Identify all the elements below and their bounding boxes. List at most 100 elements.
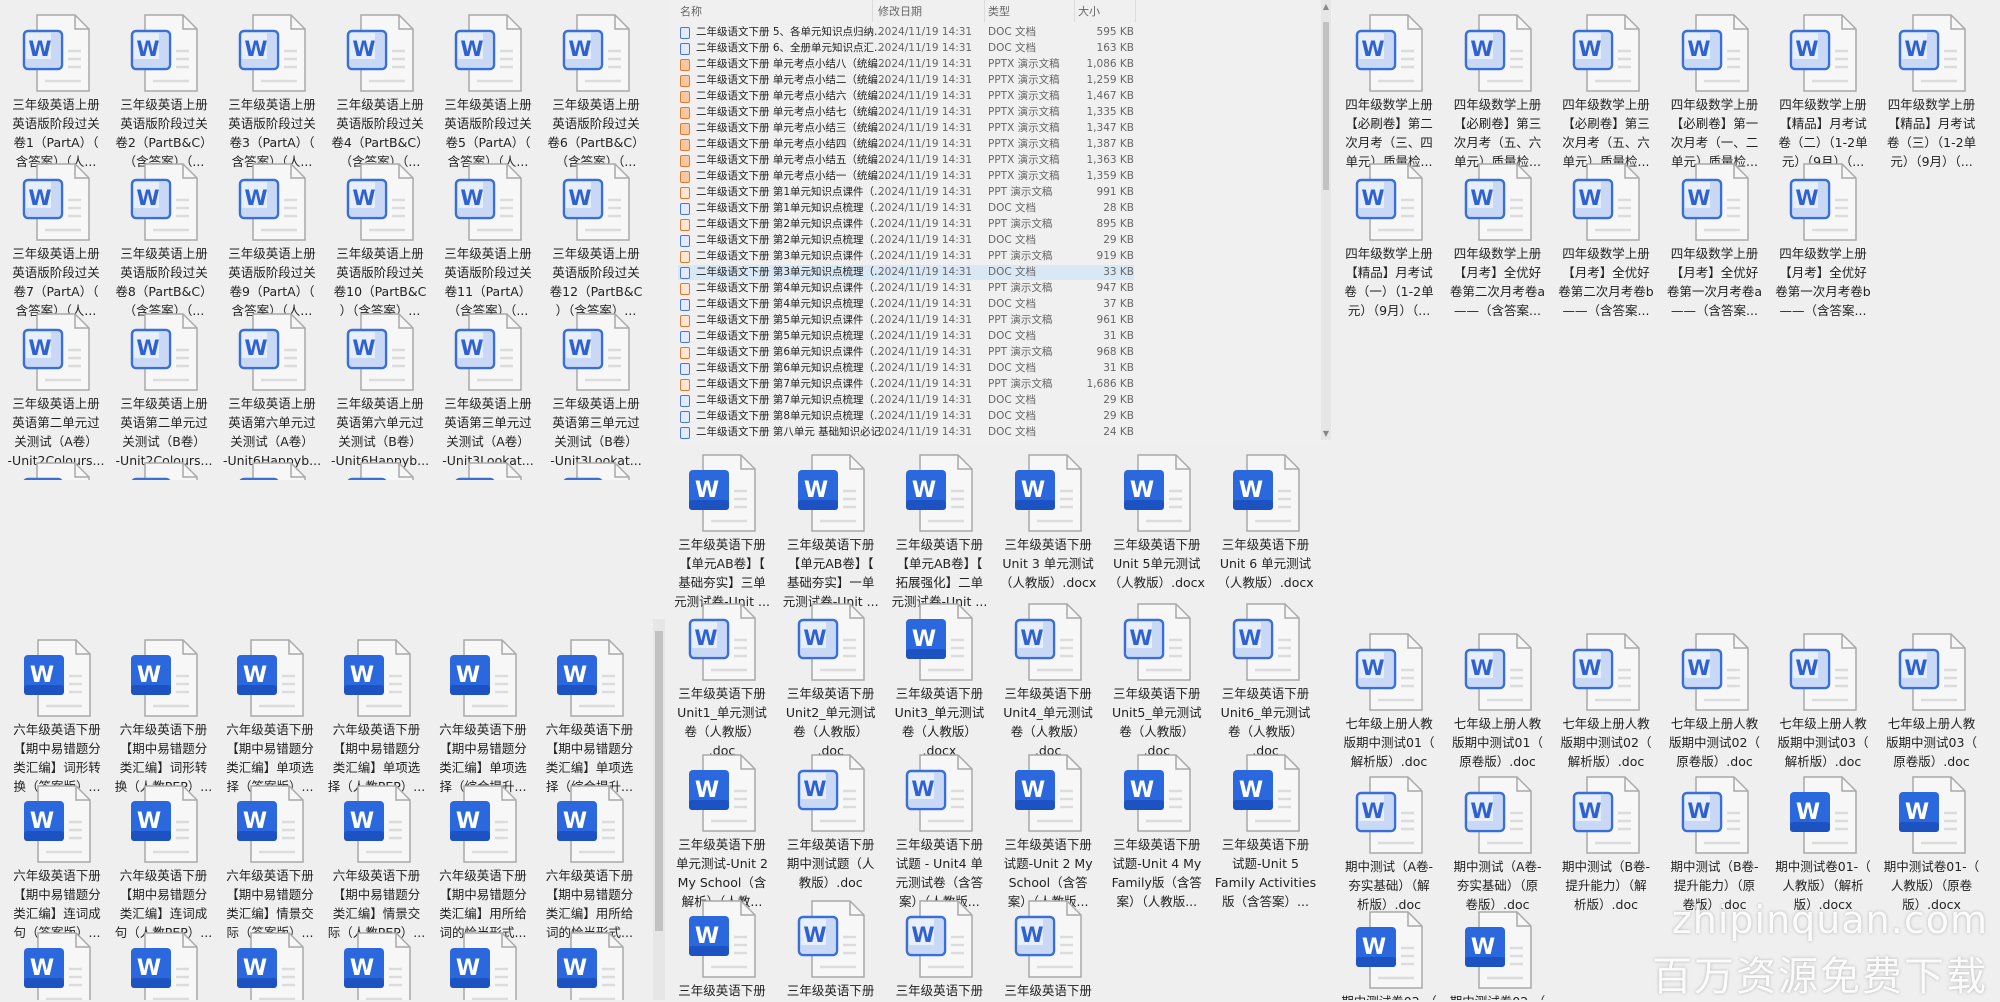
file-list-row[interactable]: 二年级语文下册 第3单元知识点课件（... 2024/11/19 14:31 PPT… [678,249,1134,264]
file-item[interactable]: W 三年级英语下册 [886,899,992,1000]
file-item[interactable]: W 三年级英语下册 [995,899,1101,1000]
file-item[interactable]: W 七年级上册人教 版期中测试03（ 原卷版）.doc [1879,632,1985,771]
file-item[interactable]: W 三年级英语下册 试题-Unit 5 Family Activities 版（含… [1213,753,1319,911]
file-item[interactable]: W 三年级英语上册 英语版阶段过关 卷8（PartB&C） （含答案）（... [111,162,217,320]
file-item[interactable]: W 四年级数学上册 【必刷卷】第一 次月考（一、二 单元）质量检... [1662,13,1768,171]
file-item[interactable]: W 三年级英语上册 英语第三单元过 关测试（A卷） -Unit3Lookat... [435,312,541,470]
file-item[interactable]: W六年级英语下册 【期中易错题分 类汇编】词形转 换（人教PEP）... [111,638,217,796]
file-item[interactable]: W 三年级英语下册 Unit 6 单元测试 （人教版）.docx [1213,453,1319,592]
file-item[interactable]: W六年级英语下册 【期中易错题分 类汇编】单项选 择（答案版）... [217,638,323,796]
file-item[interactable]: W 三年级英语上册 英语版阶段过关 卷2（PartB&C） （含答案）（... [111,13,217,171]
file-item[interactable]: W 期中测试卷01-（ 人教版）（解析 版）.docx [1770,775,1876,914]
column-divider[interactable] [1074,0,1075,22]
file-item[interactable]: W 四年级数学上册 【月考】全优好 卷第二次月考卷a ——（含答案... [1445,162,1551,320]
bottom-left-scrollbar[interactable] [653,619,665,1000]
file-item[interactable]: W 三年级英语下册 [778,899,884,1000]
file-list-row[interactable]: 二年级语文下册 第2单元知识点课件（... 2024/11/19 14:31 PPT… [678,217,1134,232]
file-item[interactable]: W 四年级数学上册 【月考】全优好 卷第二次月考卷b ——（含答案... [1553,162,1659,320]
file-list-row[interactable]: 二年级语文下册 单元考点小结一（统编... 2024/11/19 14:31 PPT… [678,169,1134,184]
file-item[interactable]: W 三年级英语上册 英语版阶段过关 卷10（PartB&C ）（含答案）... [327,162,433,320]
file-item[interactable]: W 三年级英语下册 【单元AB卷】【 基础夯实】三单 元测试卷-Unit ... [669,453,775,611]
column-divider[interactable] [872,0,873,22]
file-item[interactable]: W三年级英语上册 英语第一单元过 关测试（A卷） -Unit1Hello!版..… [435,461,541,480]
file-list-row[interactable]: 二年级语文下册 单元考点小结六（统编... 2024/11/19 14:31 PPT… [678,89,1134,104]
file-item[interactable]: W 三年级英语上册 英语版阶段过关 卷5（PartA）（ 含答案）（人... [435,13,541,171]
scrollbar-thumb[interactable] [1323,22,1329,190]
scroll-down-arrow-icon[interactable]: ▼ [1321,429,1331,438]
file-item[interactable]: W 三年级英语上册 英语版阶段过关 卷11（PartA） （含答案）（... [435,162,541,320]
file-item[interactable]: W 三年级英语下册 Unit 3 单元测试 （人教版）.docx [995,453,1101,592]
column-header-size[interactable]: 大小 [1078,3,1100,19]
file-list-row[interactable]: 二年级语文下册 第6单元知识点课件（... 2024/11/19 14:31 PPT… [678,345,1134,360]
file-item[interactable]: W 三年级英语上册 英语版阶段过关 卷6（PartB&C） （含答案）（... [543,13,649,171]
file-item[interactable]: W 七年级上册人教 版期中测试03（ 解析版）.doc [1770,632,1876,771]
file-item[interactable]: W 七年级上册人教 版期中测试02（ 原卷版）.doc [1662,632,1768,771]
file-item[interactable]: W三年级英语上册 英语第五单元过 关测试（A卷） -Unit5Let'seat.… [219,461,325,480]
file-item[interactable]: W 三年级英语下册 期中测试题（人 教版）.doc [778,753,884,892]
file-item[interactable]: W 三年级英语下册 Unit3_单元测试 卷（人教版） .docx [886,602,992,760]
file-item[interactable]: W [430,931,536,1000]
file-item[interactable]: W 三年级英语下册 Unit2_单元测试 卷（人教版） .doc [778,602,884,760]
column-header-type[interactable]: 类型 [988,3,1010,19]
file-list-row[interactable]: 二年级语文下册 第8单元知识点梳理（... 2024/11/19 14:31 DOC… [678,409,1134,424]
file-list-row[interactable]: 二年级语文下册 第八单元 基础知识必记... 2024/11/19 14:31 DO… [678,425,1134,440]
file-list-row[interactable]: 二年级语文下册 第4单元知识点梳理（... 2024/11/19 14:31 DOC… [678,297,1134,312]
file-list-row[interactable]: 二年级语文下册 6、全册单元知识点汇... 2024/11/19 14:31 DOC… [678,41,1134,56]
file-list-row[interactable]: 二年级语文下册 第7单元知识点课件（... 2024/11/19 14:31 PPT… [678,377,1134,392]
file-item[interactable]: W 三年级英语下册 [669,899,775,1000]
scrollbar-thumb[interactable] [655,631,663,931]
file-item[interactable]: W六年级英语下册 【期中易错题分 类汇编】用所给 词的恰当形式... [537,784,643,942]
file-item[interactable]: W六年级英语下册 【期中易错题分 类汇编】连词成 句（人教PEP）... [111,784,217,942]
file-item[interactable]: W 四年级数学上册 【精品】月考试 卷（一）（1-2单 元）（9月）（... [1336,162,1442,320]
file-item[interactable]: W 三年级英语下册 【单元AB卷】【 基础夯实】一单 元测试卷-Unit ... [778,453,884,611]
file-item[interactable]: W 七年级上册人教 版期中测试01（ 原卷版）.doc [1445,632,1551,771]
file-item[interactable]: W 期中测试（B卷- 提升能力）（解 析版）.doc [1553,775,1659,914]
file-item[interactable]: W 三年级英语上册 英语版阶段过关 卷9（PartA）（ 含答案）（人... [219,162,325,320]
file-item[interactable]: W [324,931,430,1000]
file-item[interactable]: W 三年级英语上册 英语版阶段过关 卷1（PartA）（ 含答案）（人... [3,13,109,171]
file-item[interactable]: W 三年级英语下册 Unit5_单元测试 卷（人教版） .doc [1104,602,1210,760]
file-item[interactable]: W [537,931,643,1000]
file-list-row[interactable]: 二年级语文下册 第5单元知识点梳理（... 2024/11/19 14:31 DOC… [678,329,1134,344]
file-list-row[interactable]: 二年级语文下册 第2单元知识点梳理（... 2024/11/19 14:31 DOC… [678,233,1134,248]
file-item[interactable]: W 期中测试卷01-（ 人教版）（原卷 版）.docx [1879,775,1985,914]
file-item[interactable]: W 四年级数学上册 【月考】全优好 卷第一次月考卷b ——（含答案... [1770,162,1876,320]
file-item[interactable]: W 三年级英语上册 英语第六单元过 关测试（A卷） -Unit6Happyb... [219,312,325,470]
file-item[interactable]: W六年级英语下册 【期中易错题分 类汇编】单项选 择（综合提升... [430,638,536,796]
file-list-row[interactable]: 二年级语文下册 单元考点小结五（统编... 2024/11/19 14:31 PPT… [678,153,1134,168]
column-divider[interactable] [1135,0,1136,22]
file-item[interactable]: W 四年级数学上册 【精品】月考试 卷（二）（1-2单 元）（9月）（... [1770,13,1876,171]
file-item[interactable]: W 四年级数学上册 【精品】月考试 卷（三）（1-2单 元）（9月）（... [1879,13,1985,171]
file-list-row[interactable]: 二年级语文下册 5、各单元知识点归纳... 2024/11/19 14:31 DOC… [678,25,1134,40]
file-item[interactable]: W 三年级英语上册 英语第二单元过 关测试（A卷） -Unit2Colours..… [3,312,109,470]
file-list-row[interactable]: 二年级语文下册 第7单元知识点梳理（... 2024/11/19 14:31 DOC… [678,393,1134,408]
column-header-date[interactable]: 修改日期 [878,3,922,19]
file-list-row[interactable]: 二年级语文下册 第1单元知识点课件（... 2024/11/19 14:31 PPT… [678,185,1134,200]
file-item[interactable]: W三年级英语下册 试题 - Unit4 单 元测试卷（含答 案）（人教版... [886,753,992,911]
file-item[interactable]: W 三年级英语上册 英语版阶段过关 卷12（PartB&C ）（含答案）... [543,162,649,320]
file-item[interactable]: W三年级英语下册 试题-Unit 2 My School（含答 案）（人教版..… [995,753,1101,911]
file-item[interactable]: W 三年级英语下册 Unit4_单元测试 卷（人教版） .doc [995,602,1101,760]
file-item[interactable]: W六年级英语下册 【期中易错题分 类汇编】单项选 择（综合提升... [537,638,643,796]
file-item[interactable]: W [4,931,110,1000]
file-item[interactable]: W 三年级英语上册 英语第二单元过 关测试（B卷） -Unit2Colours..… [111,312,217,470]
file-item[interactable]: W 三年级英语下册 Unit1_单元测试 卷（人教版） .doc [669,602,775,760]
file-item[interactable]: W 七年级上册人教 版期中测试02（ 解析版）.doc [1553,632,1659,771]
file-list-row[interactable]: 二年级语文下册 第4单元知识点课件（... 2024/11/19 14:31 PPT… [678,281,1134,296]
file-item[interactable]: W 三年级英语下册 试题-Unit 4 My Family版（含答 案）（人教版.… [1104,753,1210,911]
file-list-row[interactable]: 二年级语文下册 第6单元知识点梳理（... 2024/11/19 14:31 DOC… [678,361,1134,376]
file-item[interactable]: W三年级英语上册 英语第四单元过 关测试（B卷） -Unit4Welove... [111,461,217,480]
file-item[interactable]: W六年级英语下册 【期中易错题分 类汇编】词形转 换（答案版）... [4,638,110,796]
file-list-row[interactable]: 二年级语文下册 单元考点小结二（统编... 2024/11/19 14:31 PPT… [678,73,1134,88]
file-item[interactable]: W 四年级数学上册 【月考】全优好 卷第一次月考卷a ——（含答案... [1662,162,1768,320]
file-item[interactable]: W三年级英语上册 英语第一单元过 关测试（B卷） -Unit1Hello!版..… [543,461,649,480]
file-item[interactable]: W三年级英语下册 单元测试-Unit 2 My School（含 解析）（人教.… [669,753,775,911]
file-item[interactable]: W六年级英语下册 【期中易错题分 类汇编】连词成 句（答案版）... [4,784,110,942]
file-item[interactable]: W [111,931,217,1000]
scroll-up-arrow-icon[interactable]: ▲ [1321,2,1331,11]
file-item[interactable]: W六年级英语下册 【期中易错题分 类汇编】情景交 际（答案版）... [217,784,323,942]
file-item[interactable]: W 期中测试（A卷- 夯实基础）（原 卷版）.doc [1445,775,1551,914]
file-item[interactable]: W 四年级数学上册 【必刷卷】第二 次月考（三、四 单元）质量检... [1336,13,1442,171]
file-item[interactable]: W 期中测试（B卷- 提升能力）（原 卷版）.doc [1662,775,1768,914]
file-item[interactable]: W六年级英语下册 【期中易错题分 类汇编】情景交 际（人教PEP）... [324,784,430,942]
